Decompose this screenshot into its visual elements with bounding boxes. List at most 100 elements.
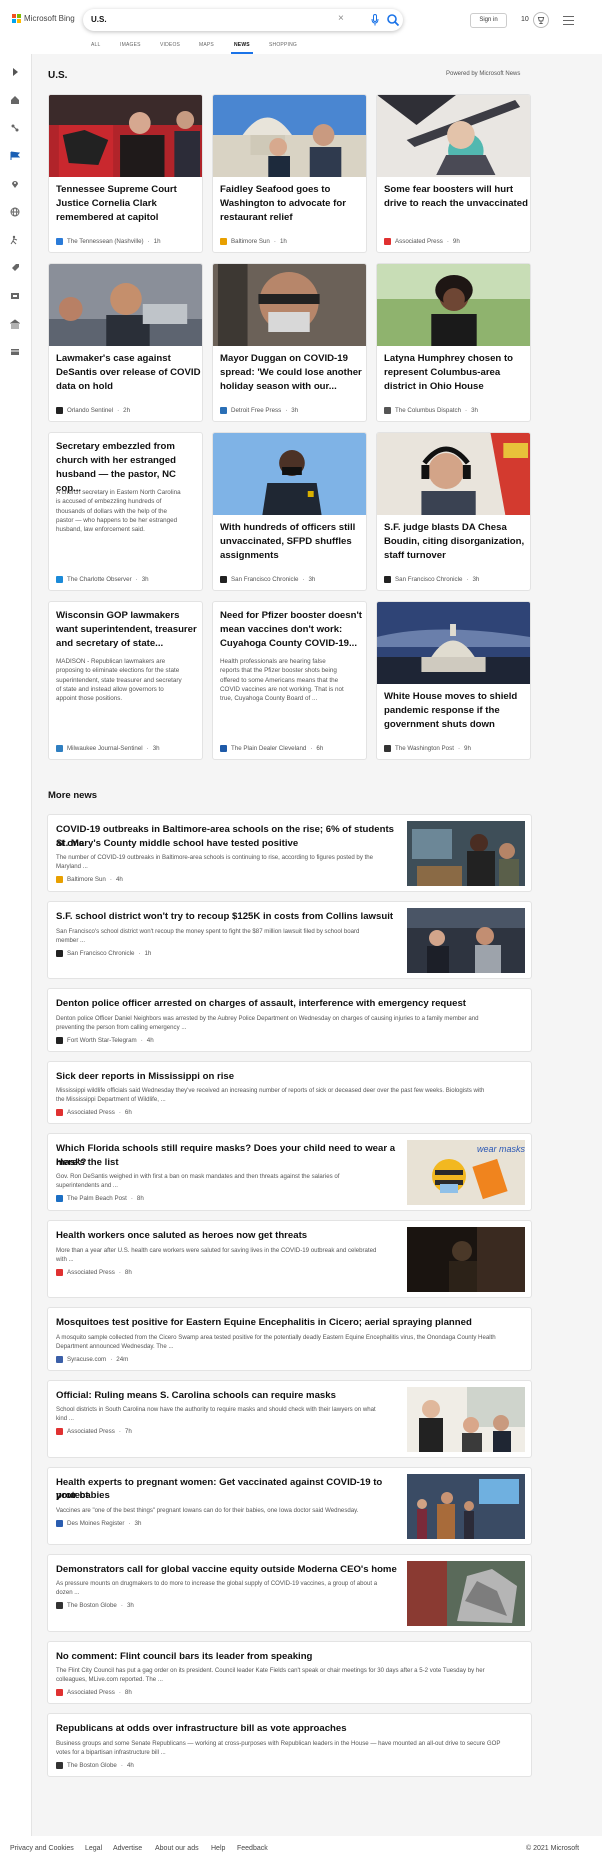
more-news-source[interactable]: Fort Worth Star-Telegram · 4h (56, 1036, 154, 1044)
search-icon[interactable] (385, 12, 401, 28)
news-card[interactable]: Latyna Humphrey chosen to represent Colum… (376, 263, 531, 422)
more-news-title-line[interactable]: No comment: Flint council bars its leade… (56, 1650, 526, 1664)
more-news-title-line[interactable]: Mosquitoes test positive for Eastern Equ… (56, 1316, 526, 1330)
news-card-title[interactable]: DeSantis over release of COVID (56, 366, 201, 380)
more-news-thumbnail[interactable] (407, 908, 525, 973)
news-card-image[interactable] (213, 433, 366, 515)
more-news-source[interactable]: The Boston Globe · 4h (56, 1761, 134, 1769)
news-card-image[interactable] (377, 264, 530, 346)
more-news-title-line[interactable]: Official: Ruling means S. Carolina schoo… (56, 1389, 401, 1403)
sign-in-button[interactable]: Sign in (470, 13, 507, 28)
news-card-title[interactable]: pandemic response if the (384, 704, 500, 718)
search-box[interactable]: U.S. × (83, 9, 403, 31)
news-card-source[interactable]: The Plain Dealer Cleveland · 6h (220, 745, 323, 752)
bing-logo[interactable]: Microsoft Bing (12, 14, 75, 23)
news-card-title[interactable]: data on hold (56, 380, 113, 394)
news-card-image[interactable] (213, 95, 366, 177)
tab-shopping[interactable]: SHOPPING (269, 42, 297, 48)
news-card-title[interactable]: Secretary embezzled from (56, 440, 175, 454)
news-card-title[interactable]: assignments (220, 549, 279, 563)
tab-images[interactable]: IMAGES (120, 42, 141, 48)
news-card-title[interactable]: mean vaccines don't work: (220, 623, 342, 637)
news-card[interactable]: With hundreds of officers still unvaccina… (212, 432, 367, 591)
more-news-item[interactable]: Mosquitoes test positive for Eastern Equ… (47, 1307, 532, 1371)
more-news-source[interactable]: Associated Press · 6h (56, 1109, 132, 1116)
more-news-title-line[interactable]: Demonstrators call for global vaccine eq… (56, 1563, 401, 1577)
news-card-source[interactable]: San Francisco Chronicle · 3h (384, 576, 479, 583)
more-news-title-line[interactable]: Sick deer reports in Mississippi on rise (56, 1070, 526, 1084)
more-news-title-line[interactable]: Health workers once saluted as heroes no… (56, 1229, 401, 1243)
news-card-source[interactable]: Detroit Free Press · 3h (220, 407, 298, 414)
more-news-source[interactable]: Associated Press · 8h (56, 1689, 132, 1696)
more-news-item[interactable]: Health experts to pregnant women: Get va… (47, 1466, 532, 1545)
microphone-icon[interactable] (371, 14, 379, 26)
more-news-item[interactable]: Denton police officer arrested on charge… (47, 988, 532, 1052)
menu-icon[interactable] (563, 16, 574, 25)
news-card-title[interactable]: church with her estranged (56, 454, 176, 468)
news-card-title[interactable]: Washington to advocate for (220, 197, 346, 211)
more-news-title-line[interactable]: S.F. school district won't try to recoup… (56, 910, 401, 924)
news-card-title[interactable]: S.F. judge blasts DA Chesa (384, 521, 507, 535)
news-card-title[interactable]: With hundreds of officers still (220, 521, 355, 535)
news-card-title[interactable]: Need for Pfizer booster doesn't (220, 609, 362, 623)
money-icon[interactable] (10, 347, 20, 357)
news-card[interactable]: White House moves to shield pandemic resp… (376, 601, 531, 760)
news-card-title[interactable]: remembered at capitol (56, 211, 158, 225)
search-input[interactable]: U.S. (91, 15, 107, 24)
news-card-title[interactable]: want superintendent, treasurer (56, 623, 197, 637)
footer-link-help[interactable]: Help (211, 1845, 225, 1852)
news-card-image[interactable] (49, 95, 202, 177)
more-news-thumbnail[interactable] (407, 1386, 525, 1452)
tab-maps[interactable]: MAPS (199, 42, 214, 48)
news-card[interactable]: Secretary embezzled from church with her … (48, 432, 203, 591)
more-news-title-line[interactable]: your babies (56, 1489, 401, 1503)
more-news-item[interactable]: COVID-19 outbreaks in Baltimore-area sch… (47, 814, 532, 892)
news-card-title[interactable]: Justice Cornelia Clark (56, 197, 157, 211)
business-icon[interactable] (10, 319, 20, 329)
sports-icon[interactable] (10, 235, 20, 245)
more-news-source[interactable]: The Boston Globe · 3h (56, 1602, 134, 1609)
expand-arrow-icon[interactable] (10, 67, 20, 77)
news-card-source[interactable]: The Tennessean (Nashville) · 1h (56, 238, 161, 245)
more-news-source[interactable]: Des Moines Register · 3h (56, 1519, 141, 1527)
news-card-source[interactable]: Baltimore Sun · 1h (220, 238, 287, 245)
news-card-image[interactable] (377, 433, 530, 515)
news-card-title[interactable]: Boudin, citing disorganization, (384, 535, 524, 549)
news-card-title[interactable]: Lawmaker's case against (56, 352, 171, 366)
entertainment-icon[interactable] (10, 291, 20, 301)
rewards-points[interactable]: 10 (521, 16, 529, 23)
news-card[interactable]: Mayor Duggan on COVID-19 spread: 'We coul… (212, 263, 367, 422)
powered-by[interactable]: Powered by Microsoft News (446, 71, 520, 77)
news-card-title[interactable]: Some fear boosters will hurt (384, 183, 513, 197)
more-news-source[interactable]: Associated Press · 8h (56, 1268, 132, 1276)
more-news-item[interactable]: Republicans at odds over infrastructure … (47, 1713, 532, 1777)
news-card[interactable]: S.F. judge blasts DA Chesa Boudin, citing… (376, 432, 531, 591)
more-news-source[interactable]: Associated Press · 7h (56, 1428, 132, 1435)
news-card-title[interactable]: Tennessee Supreme Court (56, 183, 177, 197)
more-news-title-line[interactable]: St. Mary's County middle school have tes… (56, 837, 401, 851)
more-news-thumbnail[interactable] (407, 1560, 525, 1626)
news-card-title[interactable]: White House moves to shield (384, 690, 517, 704)
more-news-thumbnail[interactable]: wear masks! (407, 1140, 525, 1205)
news-card-title[interactable]: spread: 'We could lose another (220, 366, 362, 380)
news-card-title[interactable]: district in Ohio House (384, 380, 484, 394)
news-card[interactable]: Need for Pfizer booster doesn't mean vacc… (212, 601, 367, 760)
news-card-image[interactable] (377, 95, 530, 177)
news-card-title[interactable]: and secretary of state... (56, 637, 163, 651)
globe-icon[interactable] (10, 207, 20, 217)
news-card-image[interactable] (213, 264, 366, 346)
news-card-source[interactable]: Milwaukee Journal-Sentinel · 3h (56, 745, 160, 752)
news-card-source[interactable]: Orlando Sentinel · 2h (56, 407, 130, 414)
tab-all[interactable]: ALL (91, 42, 101, 48)
news-card[interactable]: Wisconsin GOP lawmakers want superintende… (48, 601, 203, 760)
more-news-item[interactable]: Which Florida schools still require mask… (47, 1133, 532, 1211)
us-flag-icon[interactable] (10, 151, 20, 161)
news-card-title[interactable]: holiday season with our... (220, 380, 337, 394)
more-news-item[interactable]: Health workers once saluted as heroes no… (47, 1220, 532, 1298)
news-card-title[interactable]: represent Columbus-area (384, 366, 500, 380)
tab-news[interactable]: NEWS (234, 42, 250, 48)
news-card[interactable]: Lawmaker's case against DeSantis over rel… (48, 263, 203, 422)
news-card-source[interactable]: San Francisco Chronicle · 3h (220, 576, 315, 583)
news-card-title[interactable]: unvaccinated, SFPD shuffles (220, 535, 352, 549)
news-card-title[interactable]: staff turnover (384, 549, 446, 563)
